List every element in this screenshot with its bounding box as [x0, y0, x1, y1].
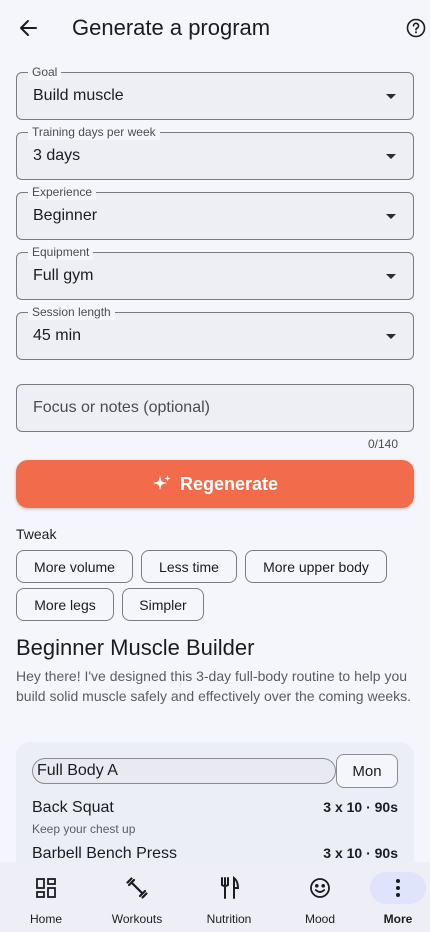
workout-day-card: Full Body A Mon Back Squat 3 x 10 · 90s … [16, 742, 414, 872]
nav-home[interactable]: Home [3, 862, 89, 932]
notes-char-counter: 0/140 [367, 437, 398, 451]
nav-home-label: Home [29, 912, 62, 926]
nav-workouts[interactable]: Workouts [94, 862, 180, 932]
session-length-label: Session length [28, 304, 115, 320]
exercise-sets: 3 x 10 · 90s [323, 799, 398, 815]
program-description: Hey there! I've designed this 3-day full… [16, 668, 412, 704]
page-title: Generate a program [72, 15, 271, 40]
nav-more[interactable]: More [355, 862, 430, 932]
nav-mood[interactable]: Mood [277, 862, 363, 932]
bottom-navigation: Home Workouts Nutrition Mood More [0, 862, 430, 932]
notes-input[interactable]: Focus or notes (optional) [16, 384, 414, 432]
equipment-label: Equipment [28, 244, 94, 260]
nav-nutrition[interactable]: Nutrition [186, 862, 272, 932]
training-days-label: Training days per week [28, 124, 160, 140]
equipment-value: Full gym [33, 267, 94, 284]
utensils-icon [201, 872, 257, 904]
session-length-value: 45 min [33, 327, 82, 344]
sparkle-icon [152, 475, 171, 490]
tweak-heading: Tweak [16, 526, 57, 542]
goal-label: Goal [28, 64, 62, 80]
notes-placeholder: Focus or notes (optional) [33, 399, 210, 416]
experience-label: Experience [28, 184, 97, 200]
exercise-sets: 3 x 10 · 90s [323, 845, 398, 861]
nav-more-label: More [383, 912, 413, 926]
session-length-select[interactable]: Session length 45 min [16, 304, 414, 360]
equipment-select[interactable]: Equipment Full gym [16, 244, 414, 300]
dropdown-arrow-icon [386, 334, 396, 339]
chip-simpler[interactable]: Simpler [122, 588, 204, 621]
exercise-name: Barbell Bench Press [32, 845, 177, 862]
experience-value: Beginner [33, 207, 98, 224]
more-vert-icon [370, 872, 426, 904]
dumbbell-icon [109, 872, 165, 904]
smiley-icon [292, 872, 348, 904]
chip-less-time[interactable]: Less time [141, 550, 237, 583]
day-name-field[interactable]: Full Body A [32, 758, 336, 784]
goal-value: Build muscle [33, 87, 124, 104]
chip-more-upper-body[interactable]: More upper body [245, 550, 387, 583]
regenerate-button[interactable]: Regenerate [16, 460, 414, 508]
dropdown-arrow-icon [386, 154, 396, 159]
day-selector-button[interactable]: Mon [336, 754, 398, 788]
dropdown-arrow-icon [386, 94, 396, 99]
dropdown-arrow-icon [386, 214, 396, 219]
nav-workouts-label: Workouts [111, 912, 163, 926]
program-title: Beginner Muscle Builder [16, 635, 255, 660]
regenerate-label: Regenerate [179, 473, 279, 494]
help-icon[interactable] [402, 14, 430, 42]
training-days-select[interactable]: Training days per week 3 days [16, 124, 414, 180]
back-icon[interactable] [12, 12, 44, 44]
chip-more-legs[interactable]: More legs [16, 588, 114, 621]
app-bar: Generate a program [0, 0, 430, 56]
exercise-note: Keep your chest up [32, 822, 136, 836]
chip-more-volume[interactable]: More volume [16, 550, 133, 583]
nav-mood-label: Mood [304, 912, 336, 926]
dropdown-arrow-icon [386, 274, 396, 279]
training-days-value: 3 days [33, 147, 81, 164]
experience-select[interactable]: Experience Beginner [16, 184, 414, 240]
goal-select[interactable]: Goal Build muscle [16, 64, 414, 120]
dashboard-icon [18, 872, 74, 904]
nav-nutrition-label: Nutrition [206, 912, 252, 926]
exercise-name: Back Squat [32, 799, 114, 816]
